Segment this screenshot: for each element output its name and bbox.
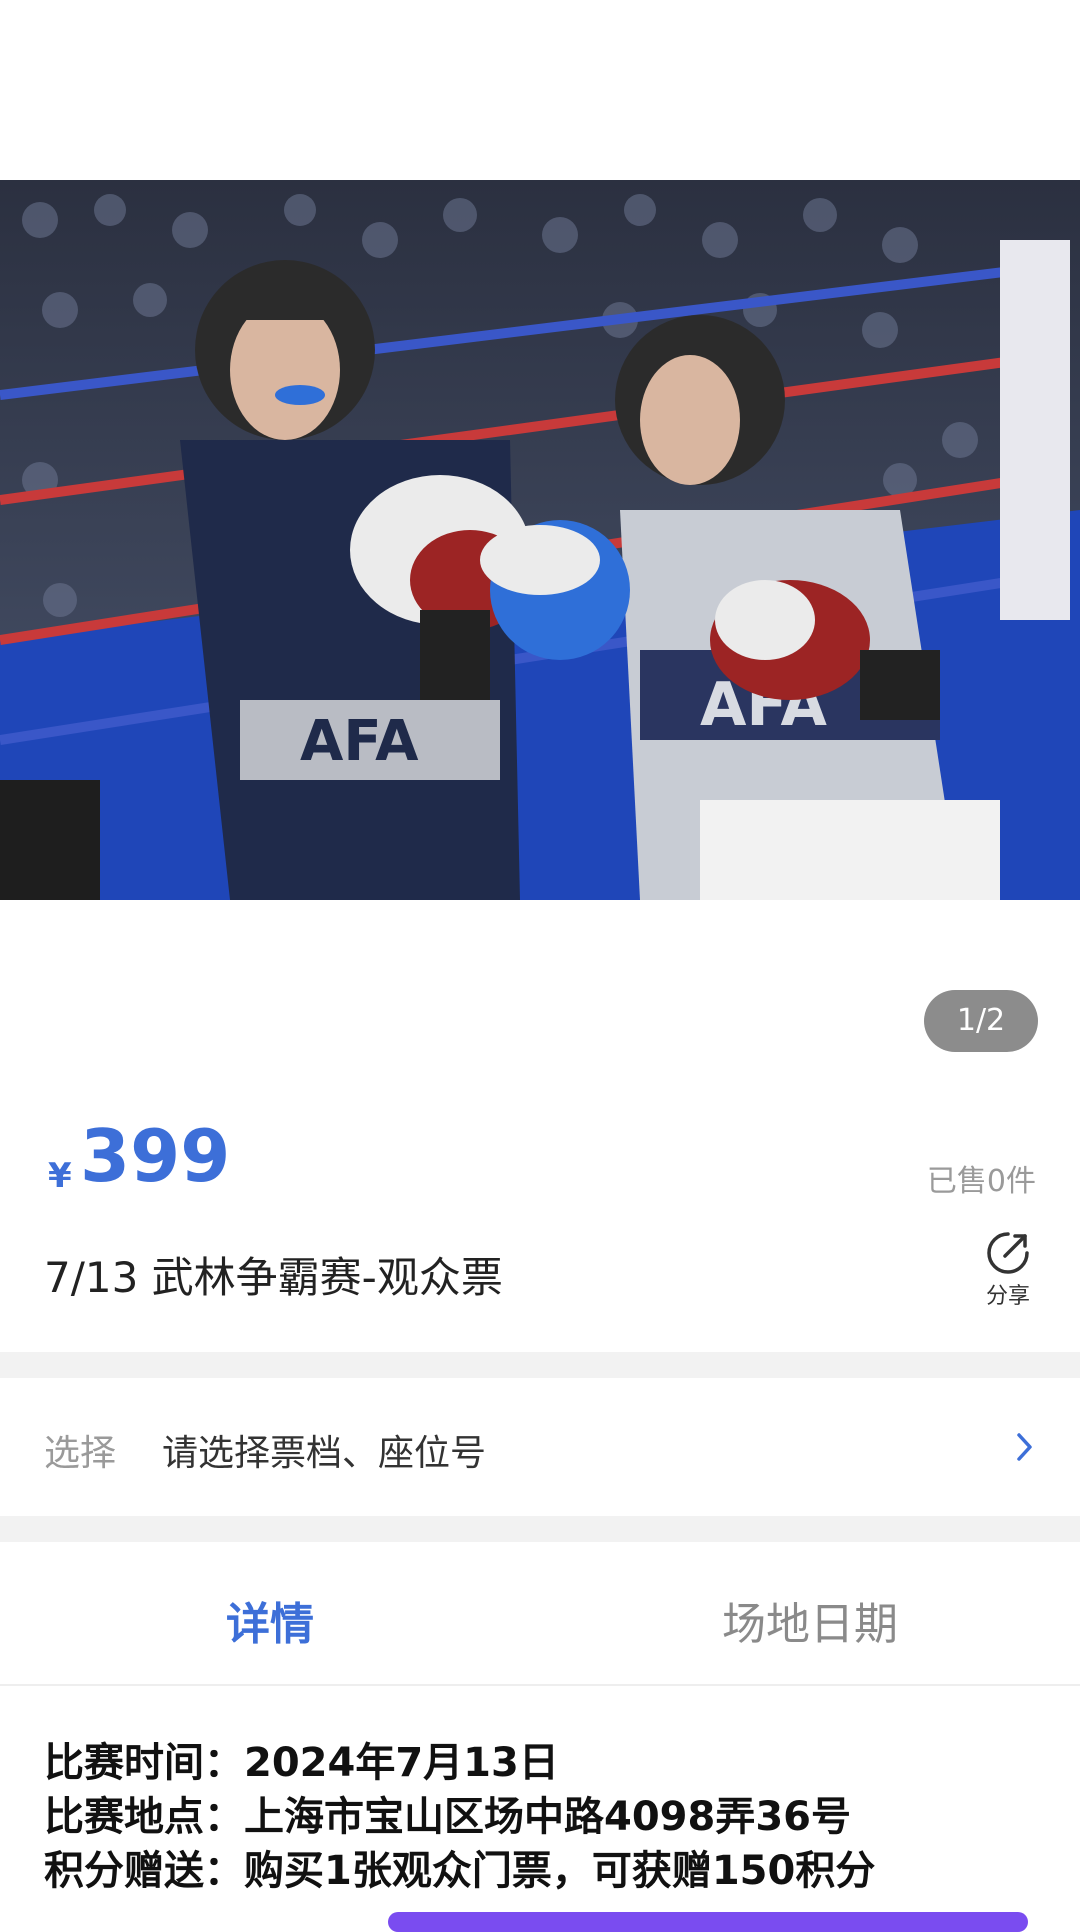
share-label: 分享 (985, 1284, 1030, 1309)
tab-venue-date[interactable]: 场地日期 (722, 1588, 898, 1652)
section-divider (0, 1516, 1080, 1542)
top-blank-area (0, 0, 1080, 180)
section-divider (0, 1352, 1080, 1378)
details-content: 比赛时间：2024年7月13日 比赛地点：上海市宝山区场中路4098弄36号 积… (44, 1736, 1044, 1898)
chevron-right-icon (1017, 1433, 1032, 1461)
sold-count: 已售0件 (926, 1164, 1036, 1199)
price-row: ¥ 399 已售0件 (44, 1120, 1036, 1200)
currency-symbol: ¥ (48, 1156, 72, 1196)
tab-details[interactable]: 详情 (226, 1588, 314, 1652)
price-value: 399 (80, 1114, 231, 1198)
share-button[interactable]: 分享 (980, 1230, 1036, 1310)
ticket-selector[interactable]: 选择 请选择票档、座位号 (0, 1378, 1080, 1516)
share-icon (987, 1232, 1029, 1274)
selector-value: 请选择票档、座位号 (162, 1433, 487, 1474)
title-row: 7/13 武林争霸赛-观众票 分享 (44, 1230, 1036, 1310)
image-page-indicator: 1/2 (924, 990, 1038, 1052)
svg-text:AFA: AFA (300, 709, 419, 774)
detail-match-venue: 比赛地点：上海市宝山区场中路4098弄36号 (44, 1794, 851, 1840)
bottom-action-bar[interactable] (388, 1912, 1028, 1932)
product-title: 7/13 武林争霸赛-观众票 (44, 1253, 503, 1302)
tab-bar: 详情 场地日期 (0, 1542, 1080, 1686)
detail-match-time: 比赛时间：2024年7月13日 (44, 1740, 559, 1786)
detail-points-gift: 积分赠送：购买1张观众门票，可获赠150积分 (44, 1848, 876, 1894)
product-image-gallery[interactable]: AFA AFA (0, 180, 1080, 900)
boxing-photo: AFA AFA (0, 180, 1080, 900)
selector-label: 选择 (44, 1433, 117, 1474)
